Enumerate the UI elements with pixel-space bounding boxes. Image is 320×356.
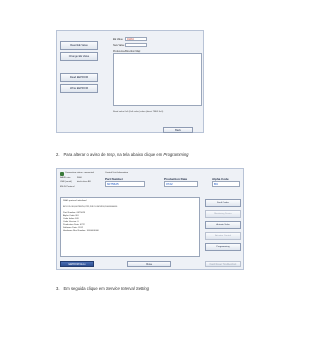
caption-step-3: 3. Em seguida clique em Service Interval … [56, 286, 149, 291]
ee-value-window: Read EE Value Change EE Value Read EEPRO… [56, 30, 204, 133]
caption-italic: Programming [163, 152, 189, 157]
caption-text: Para alterar o aviso de [63, 152, 107, 157]
caption-italic: Insp [106, 152, 115, 157]
baud-label: BAUD rate [60, 177, 71, 179]
log-line: Hardware Rev Number: 1000000000 [63, 230, 99, 232]
section-title: Control Unit Information [105, 172, 129, 174]
alpha-code-field[interactable]: BU [212, 181, 240, 187]
connection-icon [60, 172, 64, 176]
caption-text: , na tela abaixo clique em [114, 152, 164, 157]
caption-step-2: 2. Para alterar o aviso de Insp, na tela … [56, 152, 189, 157]
caption-number: 3. [56, 286, 60, 291]
monitoring-device-button[interactable]: Monitoring Device [205, 210, 241, 218]
connection-status: Connection status: connected [65, 172, 94, 174]
status-note: Read value 0x0 (0x0 value) when (direct … [113, 111, 164, 113]
com-label: USB (serial) [60, 181, 72, 183]
fault-reset-button[interactable]: Fault Reset Troubleshoot [205, 261, 241, 267]
com-value: dev/cu/ser-BU [77, 181, 91, 183]
part-number-field[interactable]: 6075625 [105, 181, 145, 187]
description-box [113, 53, 202, 106]
ee-value-label: EE Value [113, 38, 123, 41]
eeprom-menu-button[interactable]: EEPROM Menu [60, 261, 94, 267]
diagnostic-log: DIAG protocol initialized BCU ID: BU,607… [60, 197, 200, 257]
write-eeprom-button[interactable]: Write EEPROM [60, 84, 98, 93]
change-ee-value-button[interactable]: Change EE Value [60, 52, 98, 61]
bcu-diagnostic-window: Connection status: connected BAUD rate 9… [56, 168, 244, 270]
new-value-label: New Value [113, 44, 125, 47]
production-date-field[interactable]: 0722 [164, 181, 198, 187]
read-eeprom-button[interactable]: Read EEPROM [60, 73, 98, 82]
baud-value: 9600 [77, 177, 82, 179]
read-ee-value-button[interactable]: Read EE Value [60, 41, 98, 50]
programming-button[interactable]: Programming [205, 243, 241, 251]
back-button[interactable]: Back [163, 127, 193, 133]
ee-value-field[interactable]: 01234 [125, 37, 147, 41]
fault-codes-button[interactable]: Fault Codes [205, 199, 241, 207]
new-value-field[interactable] [125, 43, 147, 47]
caption-text: Em seguida clique em [63, 286, 106, 291]
caption-italic: Service Interval Setting [105, 286, 149, 291]
actuator-control-button[interactable]: Actuator Control [205, 232, 241, 240]
caption-number: 2. [56, 152, 60, 157]
protocol-label: EN-IS Protocol [60, 186, 75, 188]
actuate-valve-button[interactable]: Actuate Valve [205, 221, 241, 229]
close-button[interactable]: Close [127, 261, 171, 267]
